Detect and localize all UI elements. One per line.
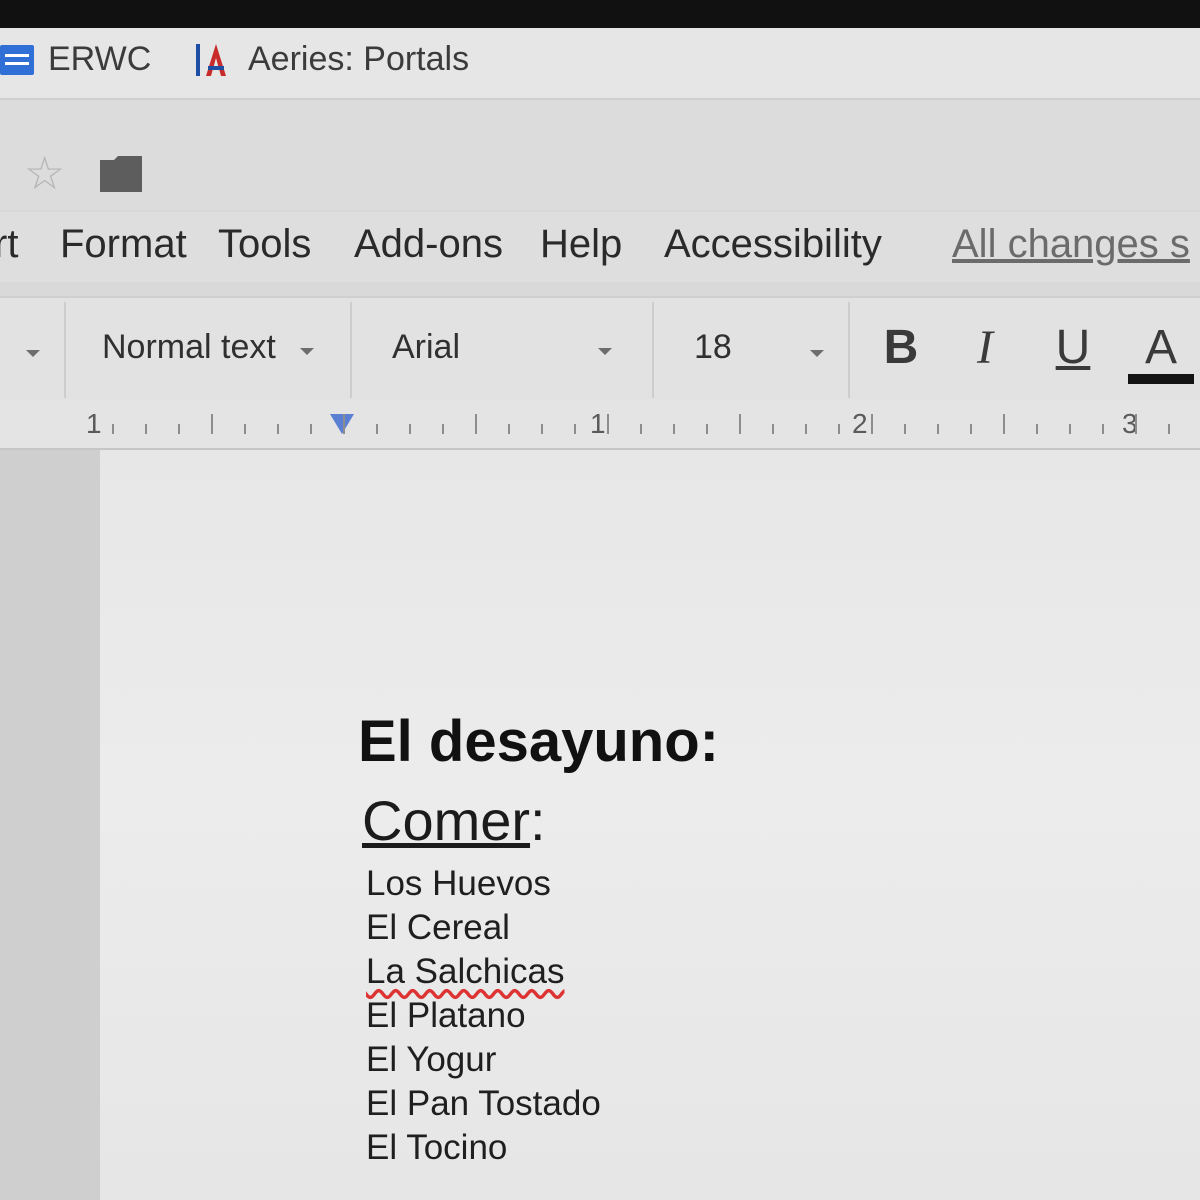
menu-format[interactable]: Format xyxy=(60,222,187,267)
ruler-tick xyxy=(607,414,609,434)
menu-accessibility[interactable]: Accessibility xyxy=(664,222,882,267)
ruler-tick xyxy=(739,414,741,434)
font-size-select[interactable]: 18 xyxy=(694,328,732,367)
ruler-tick xyxy=(805,424,807,434)
size-dropdown-icon[interactable] xyxy=(810,350,824,357)
ruler-tick xyxy=(475,414,477,434)
ruler-tick xyxy=(673,424,675,434)
list-item: El Tocino xyxy=(366,1128,508,1167)
ruler-tick xyxy=(343,414,345,434)
page-gutter xyxy=(0,450,100,1200)
ruler-tick xyxy=(1135,414,1137,434)
ruler-tick xyxy=(706,424,708,434)
toolbar-divider xyxy=(652,302,654,398)
ruler-tick xyxy=(838,424,840,434)
ruler: 1 1 2 3 xyxy=(0,400,1200,450)
ruler-tick xyxy=(112,424,114,434)
document-heading: El desayuno: xyxy=(358,709,719,774)
ruler-tick xyxy=(970,424,972,434)
ruler-tick xyxy=(640,424,642,434)
ruler-tick xyxy=(310,424,312,434)
menu-bar: rt Format Tools Add-ons Help Accessibili… xyxy=(0,212,1200,282)
list-item: La Salchicas xyxy=(366,950,601,994)
bookmark-erwc[interactable]: ERWC xyxy=(0,40,151,79)
underline-button[interactable]: U xyxy=(1048,320,1098,376)
bookmark-aeries-label: Aeries: Portals xyxy=(248,40,470,78)
ruler-tick xyxy=(376,424,378,434)
list-item: El Platano xyxy=(366,996,526,1035)
ruler-tick xyxy=(574,424,576,434)
food-list: Los Huevos El Cereal La Salchicas El Pla… xyxy=(366,862,601,1170)
ruler-tick xyxy=(1168,424,1170,434)
toolbar-divider xyxy=(64,302,66,398)
document-subheading: Comer: xyxy=(362,788,546,853)
ruler-tick xyxy=(178,424,180,434)
save-status-link[interactable]: All changes s xyxy=(952,222,1190,267)
ruler-tick xyxy=(1036,424,1038,434)
bookmarks-bar: ERWC Aeries: Portals xyxy=(0,28,1200,100)
menu-help[interactable]: Help xyxy=(540,222,622,267)
toolbar-divider xyxy=(848,302,850,398)
ruler-tick xyxy=(145,424,147,434)
ruler-tick xyxy=(442,424,444,434)
ruler-tick xyxy=(772,424,774,434)
document-page[interactable] xyxy=(100,450,1200,1200)
font-select[interactable]: Arial xyxy=(392,328,460,367)
ruler-tick xyxy=(277,424,279,434)
italic-button[interactable]: I xyxy=(960,320,1010,376)
subheading-word: Comer xyxy=(362,789,531,852)
ruler-tick xyxy=(904,424,906,434)
ruler-tick xyxy=(871,414,873,434)
text-color-swatch xyxy=(1128,374,1194,384)
google-forms-icon xyxy=(0,44,34,75)
style-select[interactable]: Normal text xyxy=(102,328,276,367)
bookmark-aeries[interactable]: Aeries: Portals xyxy=(194,40,469,79)
misspelled-word: La Salchicas xyxy=(366,952,565,991)
menu-addons[interactable]: Add-ons xyxy=(354,222,503,267)
font-dropdown-icon[interactable] xyxy=(598,348,612,355)
list-item: El Pan Tostado xyxy=(366,1084,601,1123)
screen-top-edge xyxy=(0,0,1200,28)
ruler-tick xyxy=(937,424,939,434)
aeries-logo-icon xyxy=(194,42,234,78)
bold-button[interactable]: B xyxy=(876,320,926,376)
ruler-tick xyxy=(1003,414,1005,434)
star-icon[interactable]: ☆ xyxy=(24,150,70,196)
bookmark-erwc-label: ERWC xyxy=(48,40,152,78)
menu-insert-partial[interactable]: rt xyxy=(0,222,18,267)
folder-icon[interactable] xyxy=(98,154,144,194)
formatting-toolbar: Normal text Arial 18 B I U A xyxy=(0,296,1200,402)
menu-tools[interactable]: Tools xyxy=(218,222,311,267)
ruler-label: 1 xyxy=(86,408,102,439)
ruler-label: 2 xyxy=(852,408,868,439)
ruler-label: 1 xyxy=(590,408,606,439)
ruler-tick xyxy=(211,414,213,434)
list-item: El Cereal xyxy=(366,908,510,947)
ruler-tick xyxy=(1069,424,1071,434)
list-item: Los Huevos xyxy=(366,864,551,903)
chevron-down-icon[interactable] xyxy=(26,350,40,357)
ruler-tick xyxy=(409,424,411,434)
folder-icon-svg xyxy=(100,156,142,192)
aeries-logo-svg xyxy=(196,43,226,76)
ruler-tick xyxy=(244,424,246,434)
document-header: ☆ xyxy=(0,100,1200,210)
indent-marker[interactable] xyxy=(330,414,354,434)
text-color-button[interactable]: A xyxy=(1136,320,1186,376)
style-dropdown-icon[interactable] xyxy=(300,348,314,355)
ruler-tick xyxy=(1102,424,1104,434)
ruler-tick xyxy=(508,424,510,434)
subheading-colon: : xyxy=(530,789,546,852)
ruler-tick xyxy=(541,424,543,434)
toolbar-divider xyxy=(350,302,352,398)
list-item: El Yogur xyxy=(366,1040,497,1079)
